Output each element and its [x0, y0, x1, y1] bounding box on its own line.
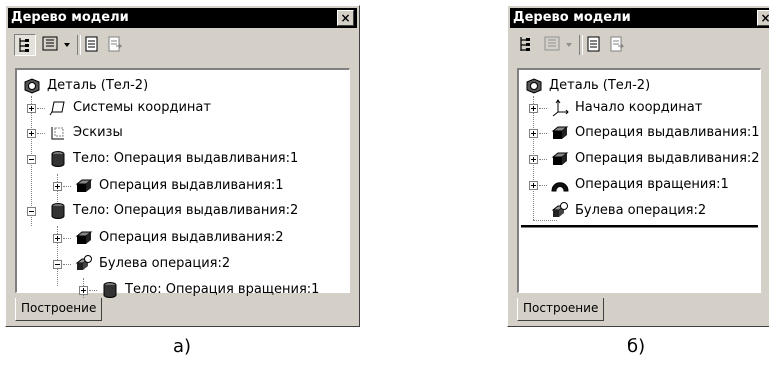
expand-toggle[interactable] [529, 155, 538, 164]
export-button[interactable] [608, 34, 628, 56]
tree-connector [63, 238, 71, 239]
tree-item-label: Деталь (Тел-2) [549, 78, 651, 93]
collapse-toggle[interactable] [27, 207, 36, 216]
tree-item-label: Тело: Операция вращения:1 [125, 282, 320, 297]
expand-toggle[interactable] [79, 286, 88, 295]
expand-toggle[interactable] [27, 104, 36, 113]
document-export-icon [610, 36, 625, 52]
toolbar-separator [579, 35, 583, 55]
extrusion-icon [551, 126, 569, 139]
document-export-icon [108, 36, 123, 52]
tree-item-label: Операция выдавливания:1 [99, 178, 284, 193]
tree-connector [37, 108, 45, 109]
tree-view-button[interactable] [516, 34, 538, 56]
part-icon [24, 78, 40, 94]
tree-structure-icon [520, 37, 530, 51]
expand-toggle[interactable] [53, 234, 62, 243]
boolean-operation-icon [75, 255, 92, 270]
tree-item-label: Тело: Операция выдавливания:1 [73, 151, 299, 166]
model-tree[interactable]: Деталь (Тел-2) Начало координат Операция… [517, 68, 761, 293]
tree-item-label: Операция выдавливания:1 [575, 125, 760, 140]
document-icon [85, 36, 98, 52]
sketch-icon [51, 127, 64, 140]
expand-toggle[interactable] [529, 129, 538, 138]
part-icon [526, 78, 542, 94]
figure-caption-b: б) [627, 336, 646, 357]
model-tree[interactable]: Деталь (Тел-2) Системы координат Эскизы [15, 68, 350, 306]
tree-connector [63, 264, 71, 265]
tree-item-label: Операция выдавливания:2 [575, 151, 760, 166]
chevron-down-icon [64, 43, 70, 47]
toolbar [510, 31, 767, 61]
close-button[interactable]: × [337, 10, 354, 26]
tree-item-label: Тело: Операция выдавливания:2 [73, 203, 299, 218]
properties-button[interactable] [585, 34, 605, 56]
tree-end-marker[interactable] [521, 225, 758, 228]
model-tree-panel-b: Дерево модели × [507, 5, 769, 327]
expand-toggle[interactable] [529, 181, 538, 190]
figure-caption-a: а) [173, 336, 192, 357]
tree-structure-icon [19, 38, 29, 52]
tree-connector [533, 220, 557, 221]
chevron-down-icon [566, 43, 572, 47]
tree-item-label: Булева операция:2 [575, 203, 707, 218]
tree-item-label: Булева операция:2 [99, 256, 231, 271]
list-view-icon [42, 36, 58, 51]
tab-build[interactable]: Построение [15, 298, 103, 321]
body-icon [51, 203, 65, 219]
tree-item-label: Операция выдавливания:2 [99, 230, 284, 245]
tree-connector [539, 159, 547, 160]
tree-view-button[interactable] [14, 34, 36, 56]
tab-build[interactable]: Построение [517, 298, 605, 321]
extrusion-icon [551, 152, 569, 165]
tree-connector [37, 133, 45, 134]
tree-connector [539, 133, 547, 134]
tree-connector [89, 290, 97, 291]
toolbar-separator [77, 35, 81, 55]
body-icon [103, 282, 117, 298]
panel-title: Дерево модели [513, 10, 631, 25]
view-mode-dropdown[interactable] [543, 34, 575, 56]
document-icon [587, 36, 600, 52]
boolean-operation-icon [551, 202, 568, 217]
close-button[interactable]: × [757, 10, 769, 26]
origin-icon [552, 99, 569, 117]
title-bar: Дерево модели × [8, 8, 357, 28]
panel-title: Дерево модели [11, 10, 129, 25]
expand-toggle[interactable] [53, 182, 62, 191]
body-icon [51, 151, 65, 167]
extrusion-icon [75, 231, 93, 244]
toolbar [8, 31, 357, 61]
expand-toggle[interactable] [529, 104, 538, 113]
tree-item-label: Эскизы [73, 125, 123, 140]
extrusion-icon [75, 179, 93, 192]
collapse-toggle[interactable] [27, 155, 36, 164]
title-bar: Дерево модели × [510, 8, 769, 28]
tree-item-label: Системы координат [73, 100, 211, 115]
tree-connector [63, 186, 71, 187]
collapse-toggle[interactable] [53, 260, 62, 269]
tree-item-label: Начало координат [575, 100, 703, 115]
expand-toggle[interactable] [27, 129, 36, 138]
tree-item-label: Операция вращения:1 [575, 177, 729, 192]
model-tree-panel-a: Дерево модели × Деталь (Тел-2) Системы к… [5, 5, 360, 327]
properties-button[interactable] [83, 34, 103, 56]
view-mode-dropdown[interactable] [41, 34, 73, 56]
list-view-icon [544, 36, 560, 51]
tree-item-label: Деталь (Тел-2) [47, 78, 149, 93]
tree-connector [539, 185, 547, 186]
export-button[interactable] [106, 34, 126, 56]
tree-connector [539, 108, 547, 109]
revolution-icon [551, 182, 569, 192]
coordinate-system-icon [49, 101, 65, 116]
